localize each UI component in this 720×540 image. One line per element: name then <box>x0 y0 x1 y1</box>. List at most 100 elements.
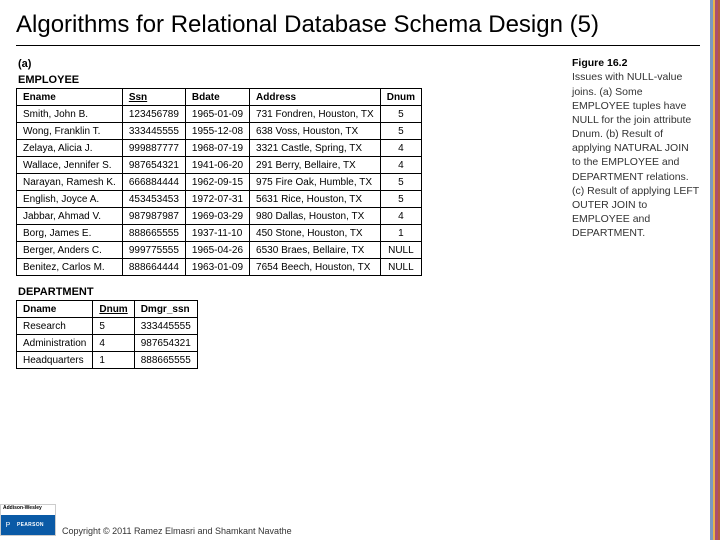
table-cell: Research <box>17 318 93 335</box>
slide-footer: Addison-Wesley P PEARSON Copyright © 201… <box>0 504 292 536</box>
table-cell: 638 Voss, Houston, TX <box>250 123 381 140</box>
table-cell: 3321 Castle, Spring, TX <box>250 140 381 157</box>
figure-caption: Figure 16.2 Issues with NULL-value joins… <box>572 54 700 240</box>
employee-table-header: EnameSsnBdateAddressDnum <box>17 89 422 106</box>
table-cell: Wong, Franklin T. <box>17 123 123 140</box>
table-cell: Administration <box>17 335 93 352</box>
slide-edge-decoration <box>710 0 720 540</box>
table-cell: 980 Dallas, Houston, TX <box>250 208 381 225</box>
table-cell: 123456789 <box>122 106 185 123</box>
table-cell: Benitez, Carlos M. <box>17 259 123 276</box>
table-cell: NULL <box>380 259 421 276</box>
table-cell: 975 Fire Oak, Humble, TX <box>250 174 381 191</box>
table-cell: 7654 Beech, Houston, TX <box>250 259 381 276</box>
table-cell: 1972-07-31 <box>185 191 249 208</box>
table-cell: 4 <box>380 208 421 225</box>
table-cell: Zelaya, Alicia J. <box>17 140 123 157</box>
content-area: (a) EMPLOYEE EnameSsnBdateAddressDnum Sm… <box>16 54 700 379</box>
table-cell: 888665555 <box>122 225 185 242</box>
pearson-name: PEARSON <box>15 515 55 535</box>
table-cell: 888664444 <box>122 259 185 276</box>
department-relation-name: DEPARTMENT <box>18 286 556 298</box>
table-cell: 987987987 <box>122 208 185 225</box>
employee-relation-name: EMPLOYEE <box>18 74 556 86</box>
table-cell: Borg, James E. <box>17 225 123 242</box>
table-cell: 888665555 <box>134 352 197 369</box>
table-cell: 333445555 <box>134 318 197 335</box>
table-cell: 5 <box>93 318 134 335</box>
table-cell: 5 <box>380 123 421 140</box>
table-cell: Smith, John B. <box>17 106 123 123</box>
table-row: Jabbar, Ahmad V.9879879871969-03-29980 D… <box>17 208 422 225</box>
column-header: Dnum <box>93 301 134 318</box>
table-cell: NULL <box>380 242 421 259</box>
table-cell: 1962-09-15 <box>185 174 249 191</box>
table-cell: 1955-12-08 <box>185 123 249 140</box>
table-cell: 6530 Braes, Bellaire, TX <box>250 242 381 259</box>
table-cell: 4 <box>380 140 421 157</box>
employee-table: EnameSsnBdateAddressDnum Smith, John B.1… <box>16 88 422 276</box>
table-cell: 4 <box>380 157 421 174</box>
table-cell: Wallace, Jennifer S. <box>17 157 123 174</box>
department-table-header: DnameDnumDmgr_ssn <box>17 301 198 318</box>
table-row: Headquarters1888665555 <box>17 352 198 369</box>
page-title: Algorithms for Relational Database Schem… <box>16 10 700 39</box>
publisher-imprint-line: Addison-Wesley <box>1 505 55 515</box>
column-header: Ssn <box>122 89 185 106</box>
table-cell: 4 <box>93 335 134 352</box>
figure-column: (a) EMPLOYEE EnameSsnBdateAddressDnum Sm… <box>16 54 556 379</box>
table-cell: 5 <box>380 174 421 191</box>
table-row: Narayan, Ramesh K.6668844441962-09-15975… <box>17 174 422 191</box>
table-cell: 5 <box>380 191 421 208</box>
table-row: Smith, John B.1234567891965-01-09731 Fon… <box>17 106 422 123</box>
table-row: Benitez, Carlos M.8886644441963-01-09765… <box>17 259 422 276</box>
column-header: Dmgr_ssn <box>134 301 197 318</box>
table-row: Administration4987654321 <box>17 335 198 352</box>
table-cell: 5 <box>380 106 421 123</box>
column-header: Bdate <box>185 89 249 106</box>
figure-number: Figure 16.2 <box>572 57 627 69</box>
figure-part-label: (a) <box>18 58 556 70</box>
table-cell: 453453453 <box>122 191 185 208</box>
table-cell: 731 Fondren, Houston, TX <box>250 106 381 123</box>
column-header: Dname <box>17 301 93 318</box>
table-row: Borg, James E.8886655551937-11-10450 Sto… <box>17 225 422 242</box>
table-cell: 1969-03-29 <box>185 208 249 225</box>
slide-body: Algorithms for Relational Database Schem… <box>0 0 710 540</box>
table-cell: 450 Stone, Houston, TX <box>250 225 381 242</box>
table-row: Berger, Anders C.9997755551965-04-266530… <box>17 242 422 259</box>
table-cell: 999775555 <box>122 242 185 259</box>
pearson-logo-icon: P <box>1 515 15 535</box>
table-row: Wong, Franklin T.3334455551955-12-08638 … <box>17 123 422 140</box>
table-row: Research5333445555 <box>17 318 198 335</box>
table-cell: 666884444 <box>122 174 185 191</box>
table-cell: Headquarters <box>17 352 93 369</box>
copyright-text: Copyright © 2011 Ramez Elmasri and Shamk… <box>62 526 292 536</box>
table-cell: 5631 Rice, Houston, TX <box>250 191 381 208</box>
table-row: Zelaya, Alicia J.9998877771968-07-193321… <box>17 140 422 157</box>
table-cell: 987654321 <box>134 335 197 352</box>
table-cell: 1941-06-20 <box>185 157 249 174</box>
table-cell: 333445555 <box>122 123 185 140</box>
table-row: English, Joyce A.4534534531972-07-315631… <box>17 191 422 208</box>
title-rule <box>16 45 700 46</box>
column-header: Ename <box>17 89 123 106</box>
table-cell: Berger, Anders C. <box>17 242 123 259</box>
column-header: Address <box>250 89 381 106</box>
table-cell: 1965-04-26 <box>185 242 249 259</box>
table-cell: 1965-01-09 <box>185 106 249 123</box>
table-cell: English, Joyce A. <box>17 191 123 208</box>
table-cell: 1963-01-09 <box>185 259 249 276</box>
publisher-badge: Addison-Wesley P PEARSON <box>0 504 56 536</box>
table-cell: 1968-07-19 <box>185 140 249 157</box>
column-header: Dnum <box>380 89 421 106</box>
table-cell: 291 Berry, Bellaire, TX <box>250 157 381 174</box>
table-cell: Narayan, Ramesh K. <box>17 174 123 191</box>
table-cell: 999887777 <box>122 140 185 157</box>
table-cell: Jabbar, Ahmad V. <box>17 208 123 225</box>
table-cell: 1 <box>380 225 421 242</box>
table-cell: 1 <box>93 352 134 369</box>
table-cell: 1937-11-10 <box>185 225 249 242</box>
table-row: Wallace, Jennifer S.9876543211941-06-202… <box>17 157 422 174</box>
department-table: DnameDnumDmgr_ssn Research5333445555Admi… <box>16 300 198 369</box>
